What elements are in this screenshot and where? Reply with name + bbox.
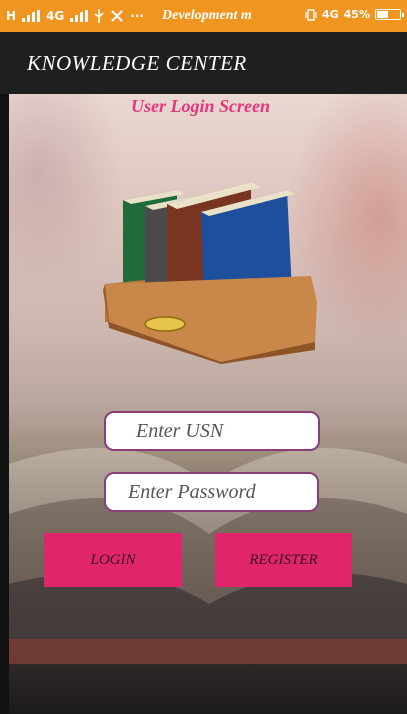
screen-subtitle: User Login Screen (131, 96, 270, 116)
register-button[interactable]: REGISTER (215, 533, 352, 587)
login-button[interactable]: LOGIN (44, 533, 182, 587)
usn-input[interactable]: Enter USN (104, 411, 320, 451)
password-input[interactable]: Enter Password (104, 472, 319, 512)
status-right-indicators: 4G 45% (305, 8, 404, 21)
notification-text: Development m (162, 8, 252, 23)
app-screen: H 4G ··· Development m 4G 45% KNOWLEDGE … (0, 0, 407, 714)
usb-icon (94, 9, 104, 23)
signal-h-label: H (6, 9, 17, 23)
app-title: KNOWLEDGE CENTER (27, 51, 247, 75)
tools-icon (111, 10, 123, 22)
vibrate-icon (305, 8, 317, 21)
status-bar: H 4G ··· Development m 4G 45% (0, 0, 407, 32)
battery-percent: 45% (343, 8, 370, 21)
network-4g-label: 4G (46, 9, 65, 23)
signal-bars-icon (22, 10, 41, 22)
status-left-indicators: H 4G ··· (0, 9, 144, 23)
books-in-tray-icon (103, 182, 317, 364)
login-content: User Login Screen Enter USN Enter Passwo… (9, 94, 407, 714)
more-notifications-icon: ··· (130, 9, 144, 23)
network-4g-right-label: 4G (321, 8, 339, 21)
app-bar: KNOWLEDGE CENTER (0, 32, 407, 94)
battery-icon (375, 9, 404, 20)
signal-bars-2-icon (70, 10, 89, 22)
